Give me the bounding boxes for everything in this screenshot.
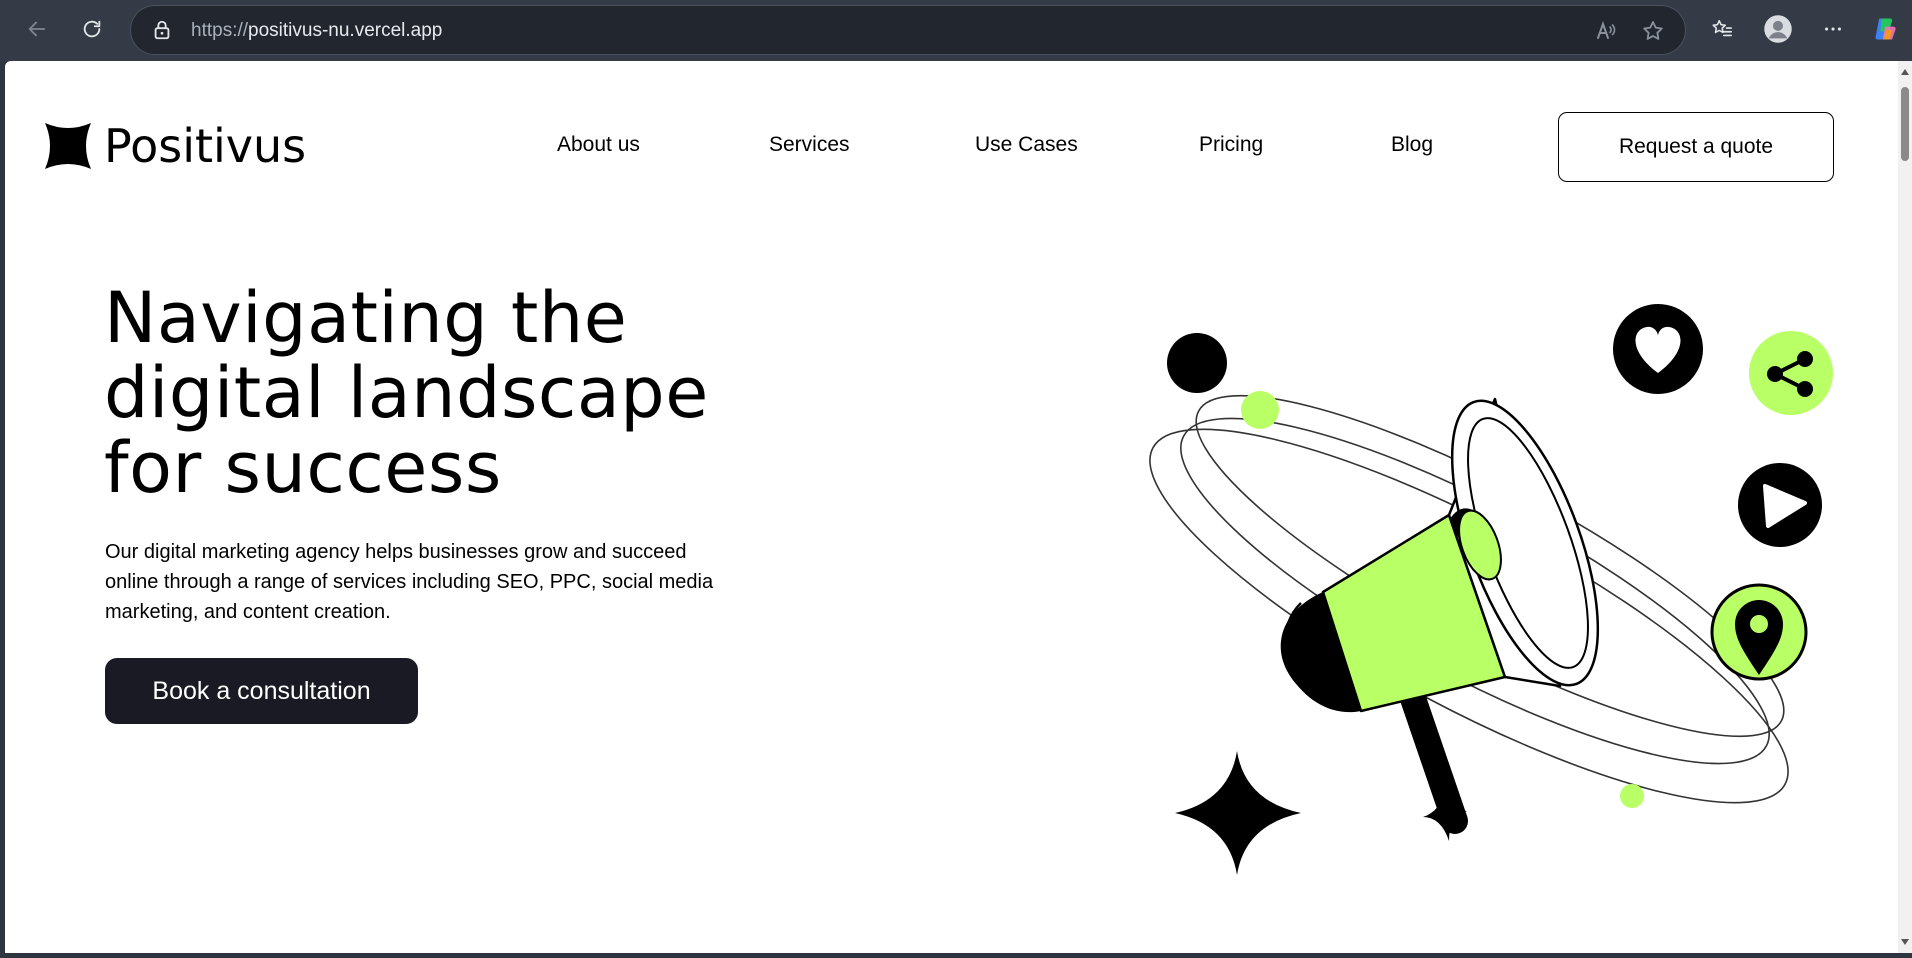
nav-pricing[interactable]: Pricing bbox=[1199, 133, 1263, 157]
hero-title-line-3: for success bbox=[104, 427, 502, 509]
profile-button[interactable] bbox=[1759, 10, 1797, 48]
share-bubble-icon bbox=[1749, 331, 1833, 415]
request-quote-button[interactable]: Request a quote bbox=[1558, 112, 1834, 182]
favorite-star-icon[interactable] bbox=[1641, 19, 1665, 43]
megaphone-illustration bbox=[1149, 304, 1833, 875]
nav-use-cases[interactable]: Use Cases bbox=[975, 133, 1078, 157]
megaphone-icon bbox=[1280, 397, 1600, 834]
scroll-up-arrow-icon[interactable] bbox=[1901, 69, 1909, 75]
address-bar[interactable]: https://positivus-nu.vercel.app bbox=[130, 5, 1686, 55]
avatar-icon bbox=[1764, 15, 1792, 43]
hero-description: Our digital marketing agency helps busin… bbox=[105, 541, 714, 623]
reload-icon bbox=[83, 20, 101, 38]
lock-icon bbox=[154, 20, 170, 40]
scroll-down-arrow-icon[interactable] bbox=[1901, 939, 1909, 945]
play-bubble-icon bbox=[1738, 463, 1822, 547]
vertical-scrollbar[interactable] bbox=[1898, 61, 1912, 953]
copilot-button[interactable] bbox=[1866, 10, 1904, 48]
positivus-star-icon bbox=[45, 123, 91, 169]
scrollbar-thumb[interactable] bbox=[1901, 87, 1909, 161]
page-viewport: Positivus About us Services Use Cases Pr… bbox=[5, 61, 1898, 953]
hero-title-line-1: Navigating the bbox=[104, 277, 628, 359]
logo-text: Positivus bbox=[104, 119, 307, 173]
nav-services[interactable]: Services bbox=[769, 133, 850, 157]
more-dots-icon bbox=[1825, 27, 1841, 31]
url-host: positivus-nu.vercel.app bbox=[248, 20, 443, 41]
copilot-icon bbox=[1875, 18, 1896, 40]
url-protocol: https:// bbox=[191, 20, 249, 41]
browser-toolbar: https://positivus-nu.vercel.app bbox=[0, 0, 1912, 61]
nav-blog[interactable]: Blog bbox=[1391, 133, 1433, 157]
favorites-list-icon bbox=[1712, 19, 1732, 37]
back-button[interactable] bbox=[18, 10, 56, 48]
hero-title-line-2: digital landscape bbox=[104, 352, 709, 434]
back-arrow-icon bbox=[28, 21, 46, 37]
nav-about-us[interactable]: About us bbox=[557, 133, 640, 157]
hero-title: Navigating the digital landscape for suc… bbox=[104, 281, 709, 506]
url-text: https://positivus-nu.vercel.app bbox=[191, 20, 442, 42]
heart-bubble-icon bbox=[1613, 304, 1703, 394]
small-green-dot bbox=[1620, 784, 1644, 808]
large-sparkle-icon bbox=[1175, 751, 1301, 875]
black-dot bbox=[1167, 333, 1227, 393]
green-dot bbox=[1241, 391, 1279, 429]
book-consultation-button[interactable]: Book a consultation bbox=[105, 658, 418, 724]
more-menu-button[interactable] bbox=[1814, 10, 1852, 48]
site-logo[interactable]: Positivus bbox=[45, 119, 306, 173]
favorites-button[interactable] bbox=[1703, 10, 1741, 48]
read-aloud-icon[interactable] bbox=[1594, 19, 1618, 43]
reload-button[interactable] bbox=[73, 10, 111, 48]
location-bubble-icon bbox=[1710, 583, 1808, 681]
